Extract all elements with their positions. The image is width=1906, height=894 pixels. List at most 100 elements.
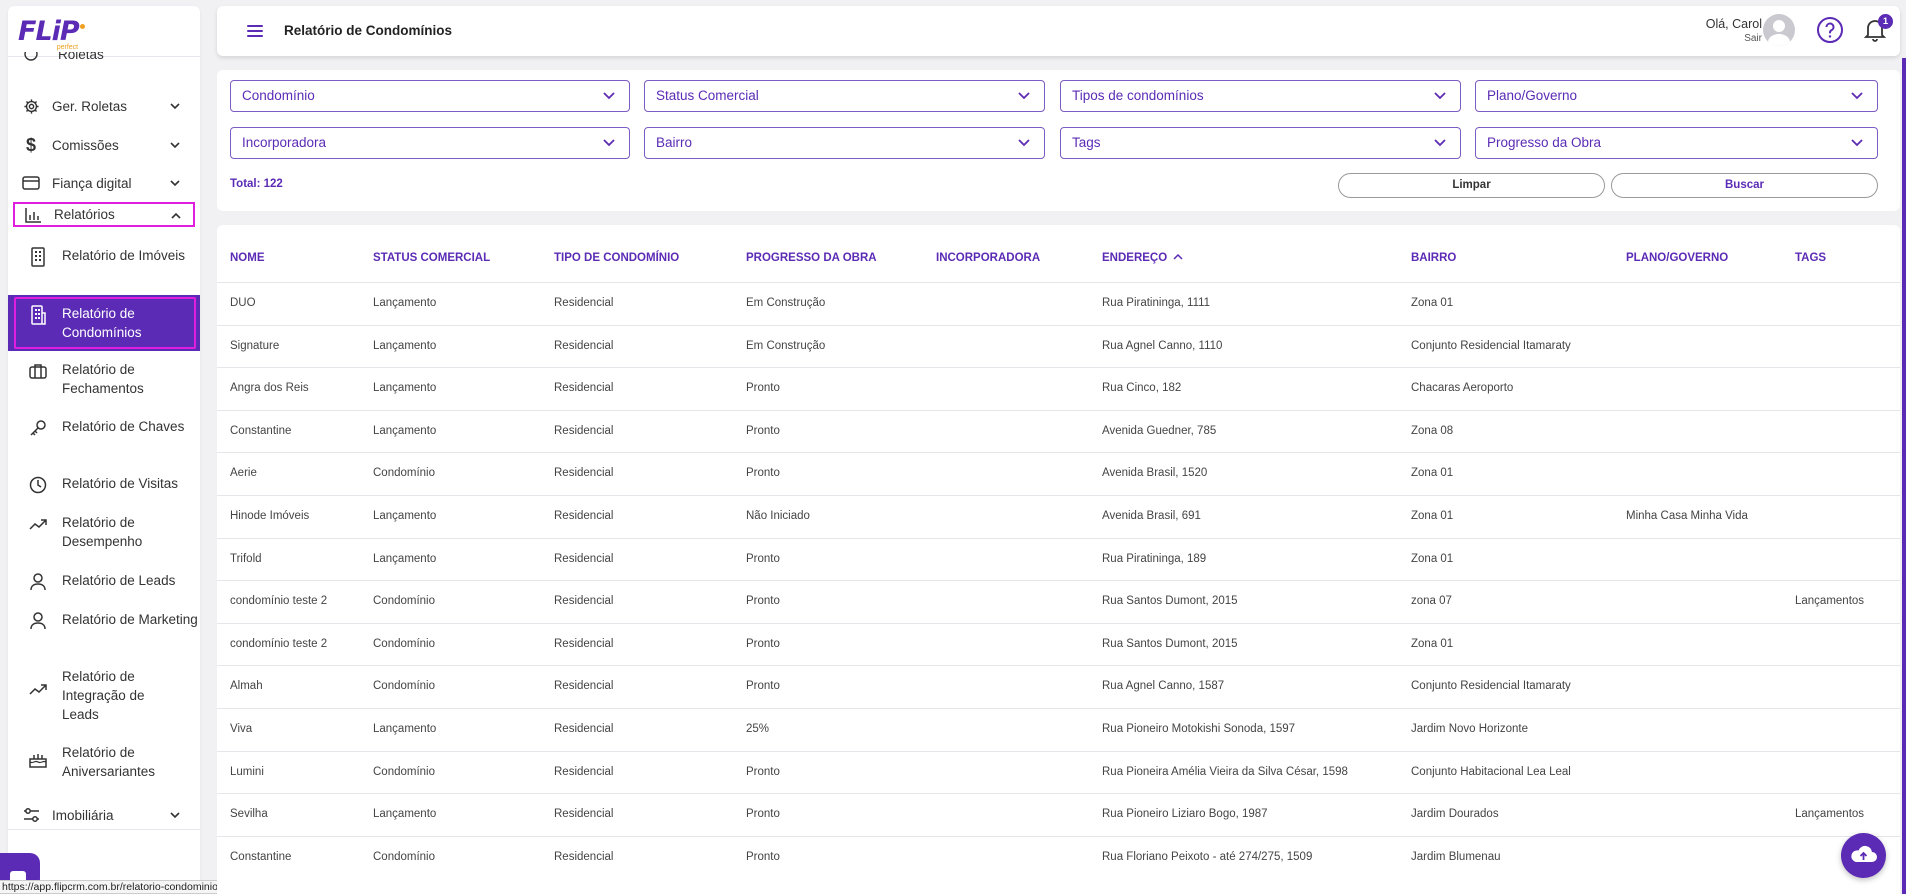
filter-tipos-condominios-select[interactable]: Tipos de condomínios	[1060, 80, 1461, 112]
cell-progresso-obra: Pronto	[746, 552, 780, 565]
cell-nome: DUO	[230, 297, 256, 309]
table-row[interactable]: Angra dos Reis Lançamento Residencial Pront…	[217, 367, 1900, 410]
column-header-progresso-obra[interactable]: PROGRESSO DA OBRA	[746, 252, 877, 264]
sidebar-item-fianca-digital[interactable]: Fiança digital	[22, 169, 192, 197]
chevron-down-icon	[603, 139, 615, 147]
sidebar-subitem-relatorio-aniversariantes[interactable]: Relatório de Aniversariantes	[28, 743, 198, 781]
cell-endereco: Rua Piratininga, 189	[1102, 552, 1207, 565]
logo-tagline: perfect	[56, 44, 79, 51]
chevron-down-icon	[170, 812, 180, 819]
chevron-down-icon	[1434, 92, 1446, 100]
column-header-bairro[interactable]: BAIRRO	[1411, 252, 1456, 264]
table-row[interactable]: Almah Condomínio Residencial Pronto Rua Agne…	[217, 665, 1900, 708]
table-row[interactable]: Viva Lançamento Residencial 25% Rua Pioneiro…	[217, 708, 1900, 751]
table-row[interactable]: Constantine Lançamento Residencial Pronto Av…	[217, 409, 1900, 453]
cell-status-comercial: Lançamento	[373, 552, 437, 565]
chevron-down-icon	[170, 180, 180, 187]
sidebar-item-relatorios[interactable]: Relatórios	[13, 202, 195, 227]
table-row[interactable]: Sevilha Lançamento Residencial Pronto Rua Pi…	[217, 793, 1900, 836]
cell-progresso-obra: Pronto	[746, 467, 780, 480]
column-header-tags[interactable]: TAGS	[1795, 252, 1826, 264]
help-icon[interactable]	[1816, 16, 1844, 44]
sidebar-subitem-relatorio-leads[interactable]: Relatório de Leads	[28, 571, 198, 592]
avatar[interactable]	[1763, 14, 1795, 46]
filter-condominio-select[interactable]: Condomínio	[230, 80, 630, 112]
cell-progresso-obra: Pronto	[746, 595, 780, 608]
select-label: Incorporadora	[242, 135, 327, 150]
cell-endereco: Avenida Guedner, 785	[1102, 424, 1217, 437]
cell-tags: Lançamentos	[1795, 808, 1865, 821]
table-row[interactable]: Constantine Condomínio Residencial Pronto Ru…	[217, 835, 1900, 879]
cell-progresso-obra: Pronto	[746, 808, 780, 821]
column-header-nome[interactable]: NOME	[230, 252, 265, 264]
menu-toggle-icon[interactable]	[247, 25, 263, 37]
filter-plano-governo-select[interactable]: Plano/Governo	[1475, 80, 1878, 112]
sidebar-subitem-relatorio-fechamentos[interactable]: Relatório de Fechamentos	[28, 360, 198, 398]
column-header-label: ENDEREÇO	[1102, 252, 1168, 264]
table-row[interactable]: DUO Lançamento Residencial Em Construção Rua…	[217, 282, 1900, 325]
cell-tipo-condominio: Residencial	[554, 680, 614, 693]
sidebar-item-imobiliaria[interactable]: Imobiliária	[22, 801, 192, 829]
cell-status-comercial: Condomínio	[373, 595, 436, 608]
cell-tipo-condominio: Residencial	[554, 850, 614, 863]
column-header-incorporadora[interactable]: INCORPORADORA	[936, 252, 1040, 264]
table-row[interactable]: condomínio teste 2 Condomínio Residencial P…	[217, 580, 1900, 623]
select-label: Bairro	[656, 135, 693, 150]
filter-incorporadora-select[interactable]: Incorporadora	[230, 127, 630, 159]
sidebar-subitem-relatorio-integracao-leads[interactable]: Relatório de Integração de Leads	[28, 667, 198, 724]
sidebar-subitem-relatorio-desempenho[interactable]: Relatório de Desempenho	[28, 513, 198, 551]
sidebar-subitem-relatorio-imoveis[interactable]: Relatório de Imóveis	[28, 246, 198, 267]
sidebar-subitem-relatorio-marketing[interactable]: Relatório de Marketing	[28, 610, 198, 631]
filter-tags-select[interactable]: Tags	[1060, 127, 1461, 159]
table-row[interactable]: Trifold Lançamento Residencial Pronto Rua Pi…	[217, 537, 1900, 581]
sidebar-item-roletas[interactable]: Roletas	[22, 52, 192, 68]
clear-button[interactable]: Limpar	[1338, 173, 1605, 198]
total-count: Total: 122	[230, 178, 283, 190]
cell-tipo-condominio: Residencial	[554, 808, 614, 821]
cell-bairro: Zona 01	[1411, 467, 1454, 480]
sidebar-subitem-label: Relatório de Visitas	[62, 476, 179, 491]
chevron-down-icon	[170, 103, 180, 110]
sidebar-subitem-relatorio-visitas[interactable]: Relatório de Visitas	[28, 474, 198, 495]
filter-progresso-obra-select[interactable]: Progresso da Obra	[1475, 127, 1878, 159]
column-header-endereco[interactable]: ENDEREÇO	[1102, 252, 1183, 264]
cell-bairro: Conjunto Habitacional Lea Leal	[1411, 765, 1571, 778]
cell-endereco: Rua Santos Dumont, 2015	[1102, 595, 1238, 608]
page-scrollbar[interactable]	[1902, 58, 1906, 894]
cell-tipo-condominio: Residencial	[554, 595, 614, 608]
sidebar-item-label: Relatórios	[54, 207, 115, 222]
column-header-status-comercial[interactable]: STATUS COMERCIAL	[373, 252, 490, 264]
sidebar-item-label: Fiança digital	[52, 175, 132, 191]
cell-progresso-obra: Pronto	[746, 424, 780, 437]
page-title: Relatório de Condomínios	[284, 23, 453, 38]
clock-icon	[28, 475, 48, 495]
sidebar-item-label: Imobiliária	[52, 807, 114, 823]
sidebar: FLiP perfect Roletas Ger. Roletas $ Comi…	[8, 6, 200, 894]
logout-link[interactable]: Sair	[1706, 33, 1762, 44]
table-row[interactable]: Signature Lançamento Residencial Em Constru…	[217, 324, 1900, 368]
flip-logo[interactable]: FLiP perfect	[18, 18, 85, 52]
filter-status-comercial-select[interactable]: Status Comercial	[644, 80, 1045, 112]
cell-endereco: Rua Pioneira Amélia Vieira da Silva Césa…	[1102, 765, 1348, 778]
search-button[interactable]: Buscar	[1611, 173, 1878, 198]
cell-tipo-condominio: Residencial	[554, 467, 614, 480]
cell-nome: Lumini	[230, 765, 264, 778]
table-row[interactable]: condomínio teste 2 Condomínio Residencial P…	[217, 622, 1900, 666]
upload-cloud-button[interactable]	[1841, 833, 1886, 878]
key-icon	[28, 418, 48, 438]
cell-status-comercial: Lançamento	[373, 510, 437, 522]
table-row[interactable]: Aerie Condomínio Residencial Pronto Avenida …	[217, 452, 1900, 495]
sidebar-item-ger-roletas[interactable]: Ger. Roletas	[22, 92, 192, 120]
filter-bairro-select[interactable]: Bairro	[644, 127, 1045, 159]
cell-status-comercial: Lançamento	[373, 808, 437, 821]
chevron-down-icon	[1018, 92, 1030, 100]
column-header-tipo-condominio[interactable]: TIPO DE CONDOMÍNIO	[554, 252, 679, 264]
table-row[interactable]: Lumini Condomínio Residencial Pronto Rua Pio…	[217, 750, 1900, 794]
cell-status-comercial: Lançamento	[373, 297, 437, 309]
sidebar-subitem-relatorio-chaves[interactable]: Relatório de Chaves	[28, 417, 198, 438]
cell-tipo-condominio: Residencial	[554, 552, 614, 565]
cake-icon	[28, 749, 48, 769]
table-row[interactable]: Hinode Imóveis Lançamento Residencial Não I…	[217, 495, 1900, 538]
column-header-plano-governo[interactable]: PLANO/GOVERNO	[1626, 252, 1728, 264]
sidebar-item-comissoes[interactable]: $ Comissões	[22, 131, 192, 159]
